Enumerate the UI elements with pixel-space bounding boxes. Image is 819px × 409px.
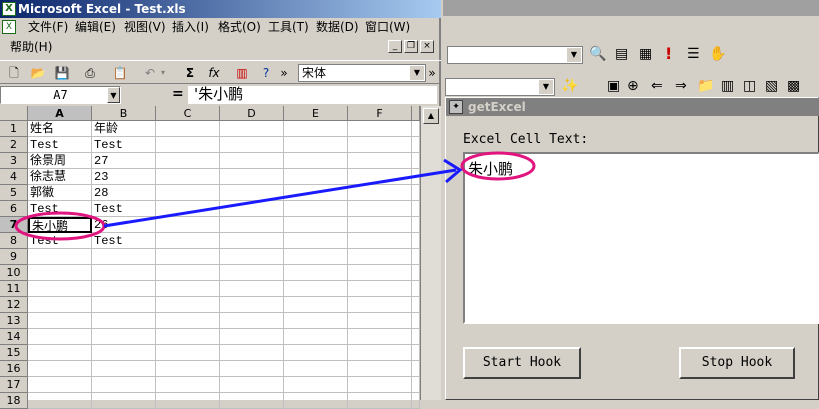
- annotation-overlay: [14, 151, 536, 241]
- highlight-ellipse-dialog: [460, 151, 536, 181]
- highlight-ellipse-cell: [14, 211, 106, 241]
- arrow-line: [103, 168, 457, 228]
